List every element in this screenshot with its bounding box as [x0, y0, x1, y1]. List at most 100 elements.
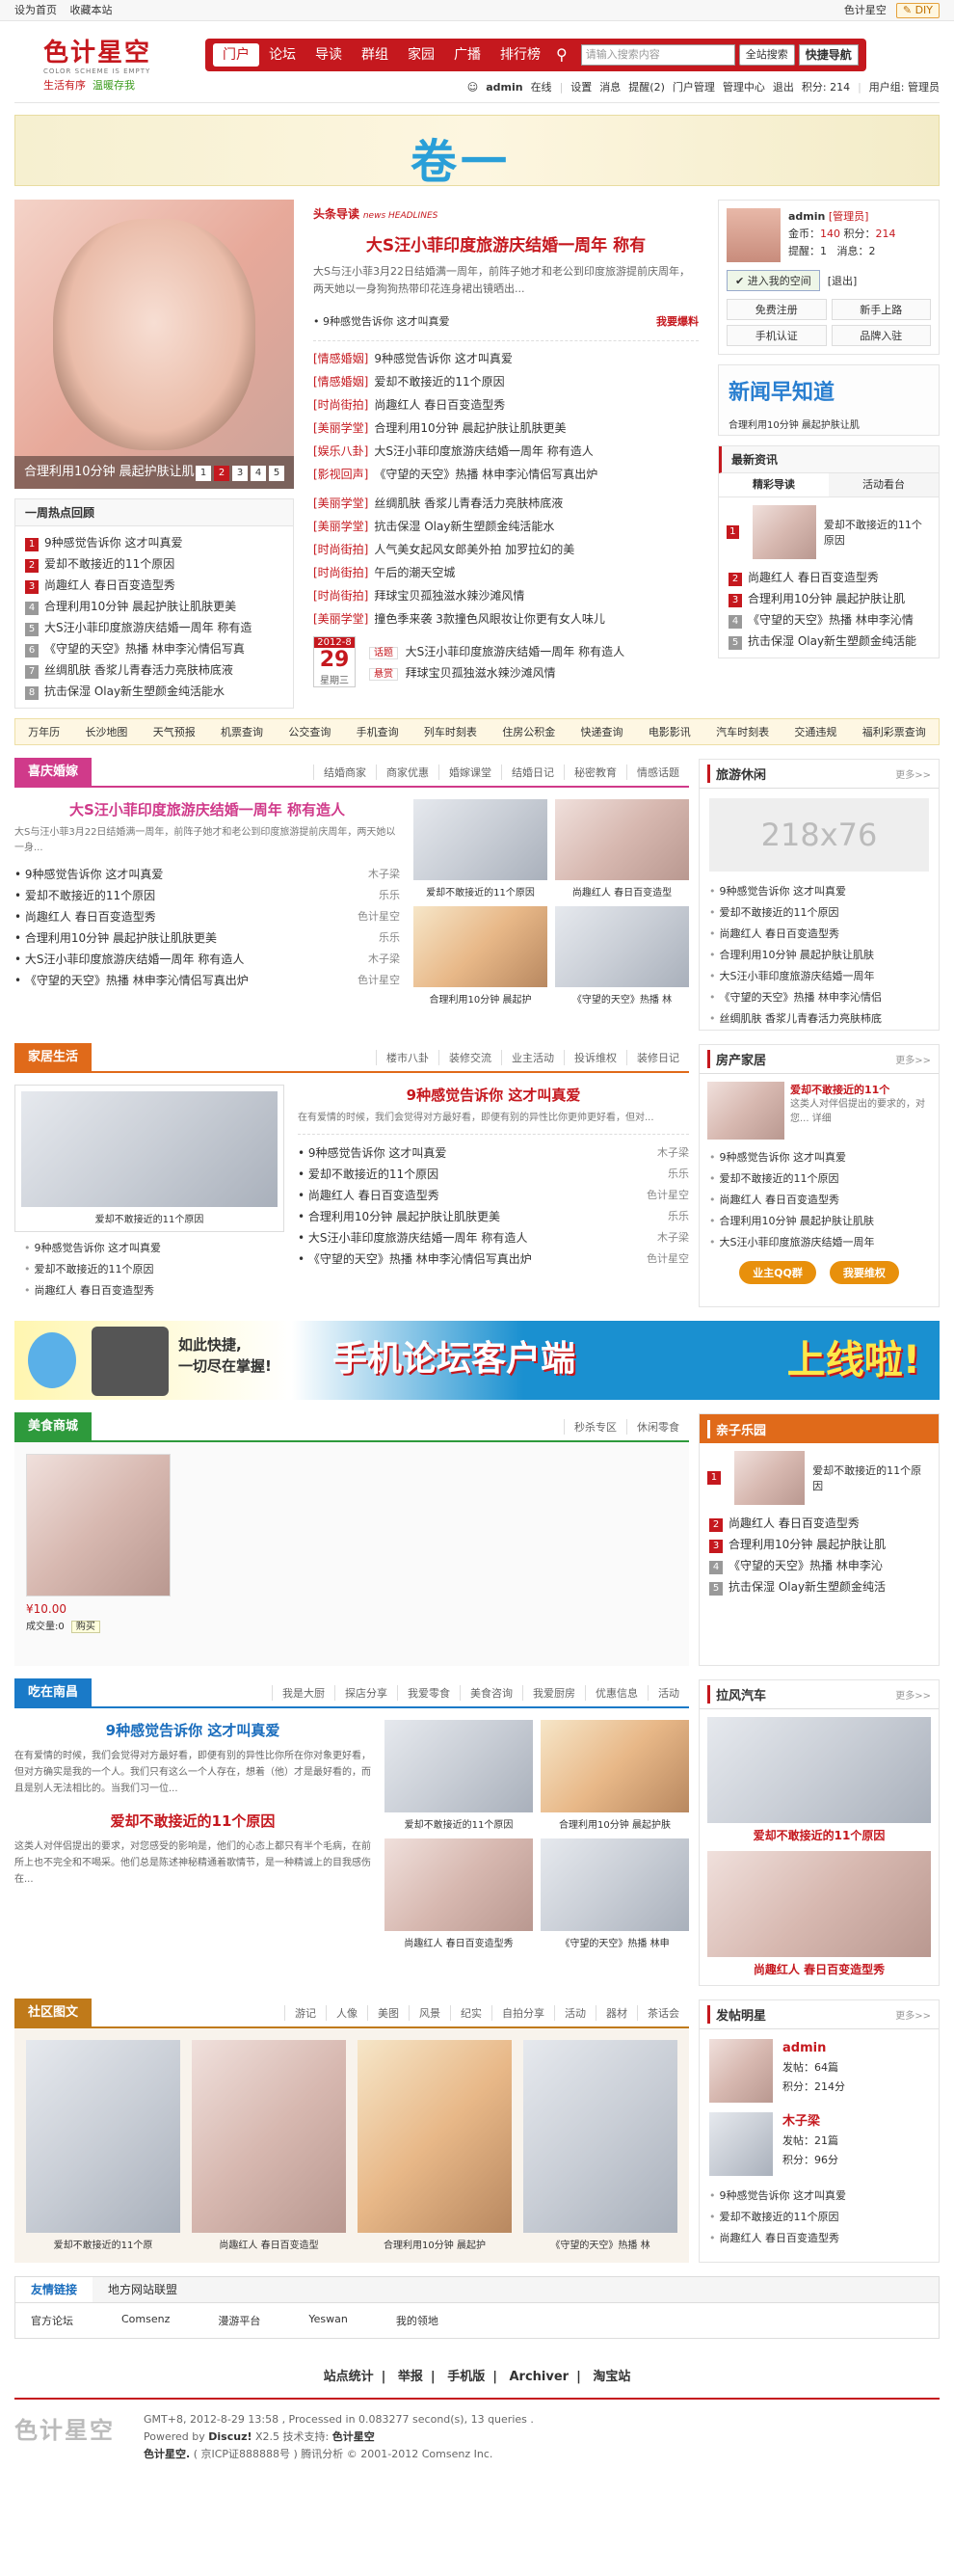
footer-logo[interactable]: 色计星空 [14, 2411, 130, 2463]
photo-title[interactable]: 社区图文 [14, 1999, 93, 2027]
table-row[interactable]: • 爱却不敢接近的11个原因 乐乐 [298, 1164, 689, 1185]
list-item[interactable]: 爱却不敢接近的11个原因 [700, 902, 939, 924]
nav-item-broadcast[interactable]: 广播 [444, 39, 490, 71]
set-home-link[interactable]: 设为首页 [14, 4, 57, 16]
list-item[interactable]: 9种感觉告诉你 这才叫真爱 [700, 1147, 939, 1168]
list-item[interactable]: 大S汪小菲印度旅游庆结婚一周年 [700, 966, 939, 987]
stars-more[interactable]: 更多>> [895, 2007, 931, 2022]
quick-nav-button[interactable]: 快捷导航 [798, 44, 859, 66]
home-feature-pic[interactable]: 爱却不敢接近的11个原因 [14, 1085, 284, 1232]
user-link-portal-admin[interactable]: 门户管理 [673, 79, 715, 94]
list-item[interactable]: 3 尚趣红人 春日百变造型秀 [25, 575, 283, 596]
friend-link[interactable]: Yeswan [308, 2313, 347, 2328]
friend-link[interactable]: 官方论坛 [31, 2313, 73, 2328]
list-item[interactable]: 尚趣红人 春日百变造型秀 [700, 2228, 939, 2249]
sub-link[interactable]: 游记 [284, 2005, 326, 2021]
slideshow[interactable]: 合理利用10分钟 晨起护肤让肌 1 2 3 4 5 [14, 200, 294, 489]
list-item[interactable]: 尚趣红人 春日百变造型秀 [700, 924, 939, 945]
search-button[interactable]: 全站搜索 [738, 44, 795, 66]
pic-item[interactable]: 尚趣红人 春日百变造型 [555, 799, 689, 899]
utility-link[interactable]: 汽车时刻表 [716, 724, 769, 739]
mobile-app-banner[interactable]: 如此快捷, 一切尽在掌握! 手机论坛客户端 上线啦! [14, 1321, 940, 1400]
diy-button[interactable]: ✎ DIY [895, 3, 940, 18]
utility-link[interactable]: 长沙地图 [85, 724, 127, 739]
tab-featured[interactable]: 精彩导读 [719, 473, 829, 496]
list-item[interactable]: 9种感觉告诉你 这才叫真爱 [700, 2186, 939, 2207]
list-item[interactable]: [美丽学堂] 合理利用10分钟 晨起护肤让肌肤更美 [313, 416, 699, 440]
friend-link[interactable]: Comsenz [121, 2313, 170, 2328]
list-item[interactable]: 6 《守望的天空》热播 林申李沁情侣写真 [25, 638, 283, 659]
sub-link[interactable]: 投诉维权 [564, 1050, 626, 1065]
list-item[interactable]: [娱乐八卦] 大S汪小菲印度旅游庆结婚一周年 称有造人 [313, 440, 699, 463]
list-item[interactable]: [时尚街拍] 尚趣红人 春日百变造型秀 [313, 393, 699, 416]
utility-link[interactable]: 手机查询 [357, 724, 399, 739]
list-item[interactable]: 尚趣红人 春日百变造型秀 [14, 1280, 284, 1301]
list-item[interactable]: [影视回声] 《守望的天空》热播 林申李沁情侣写真出炉 [313, 463, 699, 486]
sub-link[interactable]: 器材 [596, 2005, 637, 2021]
eat-article1-title[interactable]: 9种感觉告诉你 这才叫真爱 [14, 1720, 371, 1740]
sub-link[interactable]: 装修日记 [626, 1050, 689, 1065]
sub-link[interactable]: 秘密教育 [564, 765, 626, 780]
sub-link[interactable]: 我爱厨房 [522, 1685, 585, 1701]
table-row[interactable]: • 合理利用10分钟 晨起护肤让肌肤更美 乐乐 [14, 927, 400, 949]
home-feature-title[interactable]: 9种感觉告诉你 这才叫真爱 [298, 1085, 689, 1105]
news-banner[interactable]: 新闻早知道 合理利用10分钟 晨起护肤让肌 [718, 364, 940, 436]
user-link-admin-center[interactable]: 管理中心 [723, 79, 765, 94]
sub-link[interactable]: 优惠信息 [585, 1685, 648, 1701]
pic-item[interactable]: 爱却不敢接近的11个原 [26, 2040, 180, 2251]
list-item[interactable]: 《守望的天空》热播 林申李沁情侣 [700, 987, 939, 1008]
bookmark-link[interactable]: 收藏本站 [70, 4, 113, 16]
table-row[interactable]: • 尚趣红人 春日百变造型秀 色计星空 [14, 906, 400, 927]
pic-item[interactable]: 合理利用10分钟 晨起护 [413, 906, 547, 1006]
search-icon[interactable]: ⚲ [550, 39, 573, 71]
kids-title[interactable]: 亲子乐园 [707, 1419, 766, 1438]
eat-article2-title[interactable]: 爱却不敢接近的11个原因 [14, 1811, 371, 1831]
list-item[interactable]: 2 尚趣红人 春日百变造型秀 [709, 1513, 929, 1534]
sub-link[interactable]: 情感话题 [626, 765, 689, 780]
list-item[interactable]: 悬赏 拜球宝贝孤独滋水辣沙滩风情 [369, 662, 699, 684]
avatar[interactable] [727, 208, 781, 262]
sub-link[interactable]: 装修交流 [438, 1050, 501, 1065]
sub-link[interactable]: 结婚商家 [313, 765, 376, 780]
product-card[interactable]: ¥10.00 成交量:0 购买 [26, 1454, 171, 1633]
headline-title[interactable]: 大S汪小菲印度旅游庆结婚一周年 称有 [313, 231, 699, 255]
style-switch[interactable]: 色计星空 [844, 0, 887, 21]
travel-title[interactable]: 旅游休闲 [707, 765, 766, 783]
headline-sub-link[interactable]: • 9种感觉告诉你 这才叫真爱 [313, 313, 450, 329]
house-feature[interactable]: 爱却不敢接近的11个 这类人对伴侣提出的要求的，对您... 详细 [700, 1074, 939, 1147]
nav-item-ranking[interactable]: 排行榜 [490, 39, 550, 71]
car-pic-2[interactable]: 尚趣红人 春日百变造型秀 [700, 1851, 939, 1985]
utility-link[interactable]: 交通违规 [794, 724, 836, 739]
pic-item[interactable]: 合理利用10分钟 晨起护肤 [541, 1720, 689, 1831]
list-item[interactable]: 4 《守望的天空》热播 林申李沁 [709, 1555, 929, 1576]
slide-page-5[interactable]: 5 [269, 466, 284, 481]
home-title[interactable]: 家居生活 [14, 1043, 93, 1072]
latest-feature[interactable]: 1 爱却不敢接近的11个原因 [719, 497, 939, 567]
sub-link[interactable]: 结婚日记 [501, 765, 564, 780]
list-item[interactable]: 2 尚趣红人 春日百变造型秀 [729, 567, 929, 588]
panel-user-name[interactable]: admin [788, 210, 825, 223]
brand-join-button[interactable]: 品牌入驻 [831, 325, 931, 346]
list-item[interactable]: 爱却不敢接近的11个原因 [700, 1168, 939, 1190]
sub-link[interactable]: 茶话会 [637, 2005, 689, 2021]
list-item[interactable]: 尚趣红人 春日百变造型秀 [700, 1190, 939, 1211]
sub-link[interactable]: 活动 [554, 2005, 596, 2021]
utility-link[interactable]: 天气预报 [153, 724, 196, 739]
pic-item[interactable]: 《守望的天空》热播 林申 [541, 1838, 689, 1949]
report-badge[interactable]: 我要爆料 [656, 313, 699, 329]
travel-ad-placeholder[interactable]: 218x76 [709, 798, 929, 872]
sub-link[interactable]: 纪实 [450, 2005, 491, 2021]
list-item[interactable]: [情感婚姻] 9种感觉告诉你 这才叫真爱 [313, 347, 699, 370]
buy-button[interactable]: 购买 [70, 1621, 100, 1633]
wedding-feature-title[interactable]: 大S汪小菲印度旅游庆结婚一周年 称有造人 [14, 799, 400, 819]
utility-link[interactable]: 住房公积金 [502, 724, 555, 739]
sub-link[interactable]: 人像 [326, 2005, 367, 2021]
user-link-settings[interactable]: 设置 [570, 79, 592, 94]
user-link-remind[interactable]: 提醒(2) [628, 79, 665, 94]
footer-link-archiver[interactable]: Archiver [510, 2370, 570, 2384]
footer-link-taobao[interactable]: 淘宝站 [593, 2370, 630, 2384]
list-item[interactable]: 2 爱却不敢接近的11个原因 [25, 553, 283, 575]
sub-link[interactable]: 我是大厨 [272, 1685, 334, 1701]
house-more[interactable]: 更多>> [895, 1052, 931, 1066]
sub-link[interactable]: 业主活动 [501, 1050, 564, 1065]
